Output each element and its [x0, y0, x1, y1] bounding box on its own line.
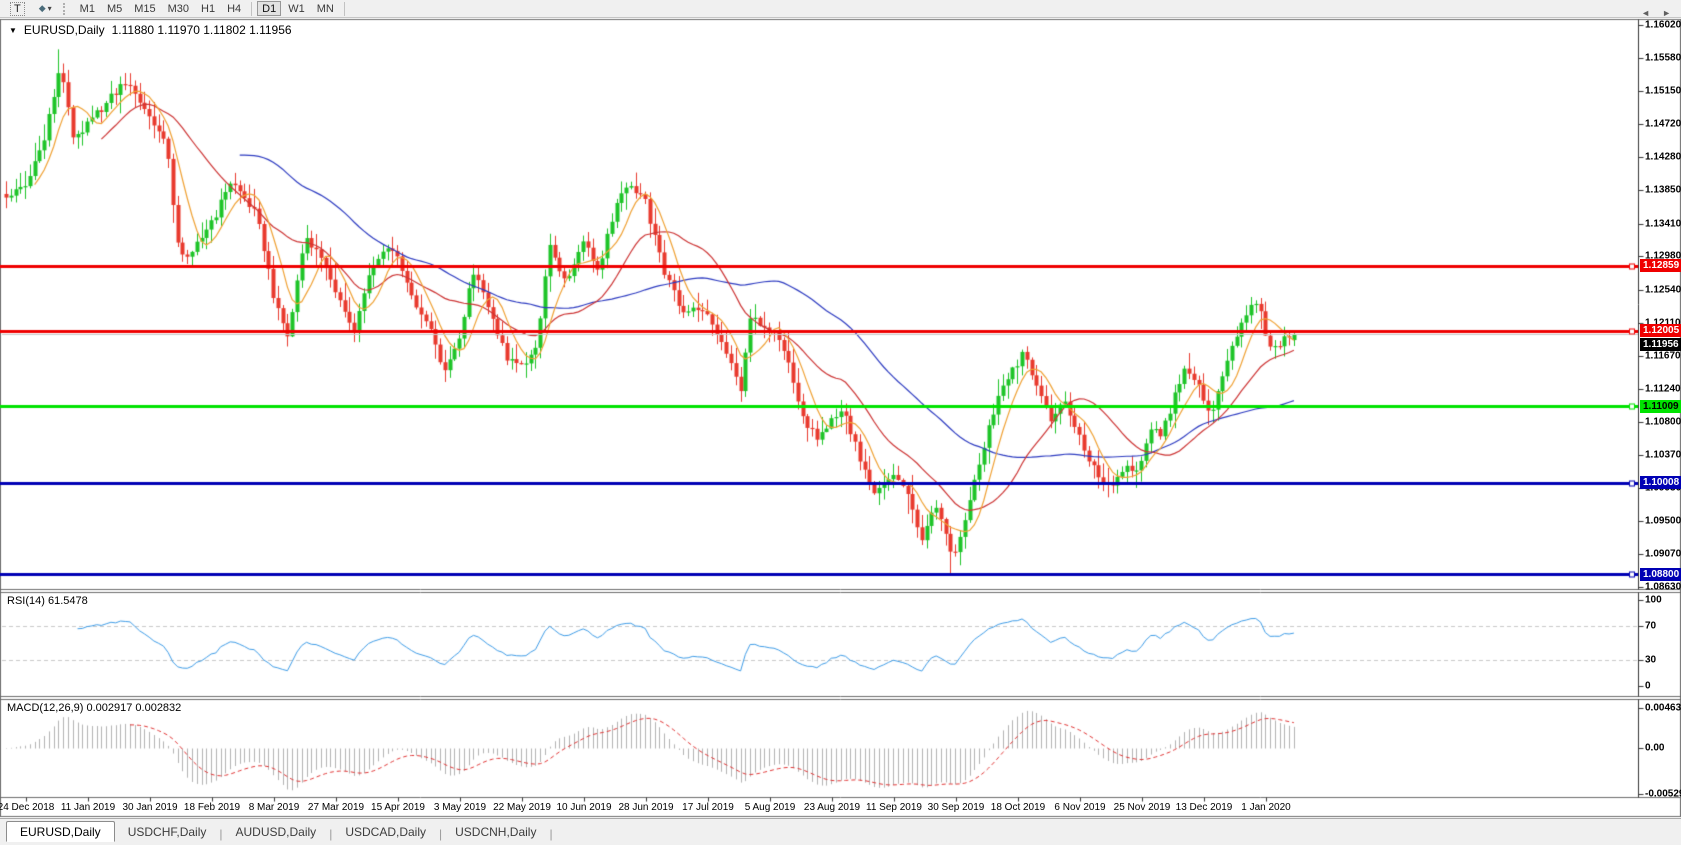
price-axis-label: 1.11670	[1645, 350, 1681, 362]
price-axis-label: 1.09070	[1645, 548, 1681, 560]
macd-level-label: 0.00463	[1645, 702, 1681, 714]
top-toolbar: T ◆ ▾ M1 M5 M15 M30 H1 H4 D1 W1 MN	[0, 0, 1681, 18]
timeframe-button-m5[interactable]: M5	[102, 1, 127, 16]
chart-tab-usdcnh[interactable]: USDCNH,Daily	[442, 821, 549, 842]
price-axis-label: 1.14720	[1645, 118, 1681, 130]
chart-tab-eurusd[interactable]: EURUSD,Daily	[6, 821, 115, 842]
price-line-badge: 1.11009	[1640, 399, 1681, 413]
rsi-indicator-label: RSI(14) 61.5478	[7, 595, 88, 607]
toolbar-separator	[251, 1, 253, 16]
date-axis-label: 8 Mar 2019	[248, 802, 300, 813]
mt4-application: { "toolbar": { "text_tool_label": "T", "…	[0, 0, 1681, 845]
date-axis-label: 13 Dec 2019	[1175, 802, 1233, 813]
date-axis-label: 15 Apr 2019	[371, 802, 425, 813]
timeframe-button-m30[interactable]: M30	[163, 1, 194, 16]
date-axis-label: 28 Jun 2019	[618, 802, 674, 813]
date-axis-label: 30 Jan 2019	[122, 802, 178, 813]
price-line-badge: 1.12859	[1640, 259, 1681, 273]
price-line-badge: 1.10008	[1640, 476, 1681, 490]
timeframe-button-mn[interactable]: MN	[312, 1, 339, 16]
timeframe-button-w1[interactable]: W1	[283, 1, 310, 16]
price-axis-label: 1.13410	[1645, 218, 1681, 230]
price-axis-label: 1.15580	[1645, 52, 1681, 64]
chart-tab-usdchf[interactable]: USDCHF,Daily	[115, 821, 220, 842]
date-axis-label: 17 Jul 2019	[682, 802, 734, 813]
tabs-scroll-right-icon[interactable]: ►	[1662, 9, 1671, 18]
date-axis-label: 11 Sep 2019	[866, 802, 922, 813]
macd-indicator-label: MACD(12,26,9) 0.002917 0.002832	[7, 702, 182, 714]
price-axis-label: 1.13850	[1645, 184, 1681, 196]
date-axis-label: 25 Nov 2019	[1113, 802, 1171, 813]
timeframe-button-m15[interactable]: M15	[129, 1, 160, 16]
timeframe-button-h4[interactable]: H4	[222, 1, 246, 16]
price-axis-label: 1.11240	[1645, 383, 1681, 395]
price-axis-label: 1.15150	[1645, 85, 1681, 97]
price-line-badge: 1.12005	[1640, 324, 1681, 338]
tab-scroll-arrows: ◄ ►	[1641, 9, 1671, 18]
timeframe-button-d1[interactable]: D1	[257, 1, 282, 16]
rsi-level-label: 0	[1645, 680, 1651, 692]
price-axis-label: 1.10800	[1645, 416, 1681, 428]
date-axis-label: 18 Feb 2019	[183, 802, 241, 813]
price-axis-label: 1.16020	[1645, 19, 1681, 31]
chart-tab-usdcad[interactable]: USDCAD,Daily	[332, 821, 439, 842]
rsi-level-label: 100	[1645, 594, 1662, 606]
price-axis-label: 1.09500	[1645, 515, 1681, 527]
price-axis-label: 1.12540	[1645, 284, 1681, 296]
timeframe-button-m1[interactable]: M1	[75, 1, 100, 16]
price-axis-label: 1.10370	[1645, 449, 1681, 461]
date-axis-label: 10 Jun 2019	[556, 802, 612, 813]
chart-ohlc-values: 1.11880 1.11970 1.11802 1.11956	[111, 23, 292, 37]
timeframe-buttons-group: M1 M5 M15 M30 H1 H4 D1 W1 MN	[74, 0, 349, 18]
date-axis-label: 6 Nov 2019	[1054, 802, 1106, 813]
date-axis-label: 23 Aug 2019	[803, 802, 861, 813]
text-label-tool-button[interactable]: T	[4, 1, 31, 17]
dropdown-caret-icon: ▾	[47, 4, 52, 13]
chart-tools-dropdown-button[interactable]: ◆ ▾	[33, 1, 58, 17]
macd-level-label: 0.00	[1645, 742, 1665, 754]
rsi-level-label: 70	[1645, 620, 1657, 632]
date-axis-label: 3 May 2019	[433, 802, 487, 813]
toolbar-separator	[343, 1, 345, 16]
chart-symbol-label: EURUSD,Daily	[23, 23, 105, 37]
chart-canvas[interactable]	[0, 0, 1681, 845]
price-line-badge: 1.08800	[1640, 567, 1681, 581]
price-axis-label: 1.08630	[1645, 581, 1681, 593]
tab-separator: |	[549, 826, 553, 841]
date-axis-label: 22 May 2019	[493, 802, 551, 813]
chart-tabs-bar: EURUSD,Daily USDCHF,Daily | AUDUSD,Daily | US…	[0, 818, 1681, 845]
text-tool-icon: T	[10, 1, 25, 16]
rsi-level-label: 30	[1645, 654, 1657, 666]
tabs-scroll-left-icon[interactable]: ◄	[1641, 9, 1650, 18]
timeframe-button-h1[interactable]: H1	[196, 1, 220, 16]
date-axis-label: 11 Jan 2019	[60, 802, 116, 813]
date-axis-label: 30 Sep 2019	[927, 802, 985, 813]
toolbar-grip	[62, 2, 68, 15]
date-axis-label: 18 Oct 2019	[990, 802, 1046, 813]
chart-title: ▼ EURUSD,Daily 1.11880 1.11970 1.11802 1…	[9, 23, 292, 37]
chart-tab-audusd[interactable]: AUDUSD,Daily	[223, 821, 330, 842]
chart-tools-icon: ◆	[38, 3, 46, 13]
price-axis-label: 1.14280	[1645, 151, 1681, 163]
macd-level-label: -0.00529	[1645, 788, 1681, 800]
date-axis-label: 5 Aug 2019	[744, 802, 796, 813]
date-axis-label: 1 Jan 2020	[1241, 802, 1291, 813]
date-axis-label: 24 Dec 2018	[0, 802, 55, 813]
collapse-triangle-icon[interactable]: ▼	[9, 26, 17, 35]
current-price-badge: 1.11956	[1640, 337, 1681, 351]
date-axis-label: 27 Mar 2019	[307, 802, 365, 813]
